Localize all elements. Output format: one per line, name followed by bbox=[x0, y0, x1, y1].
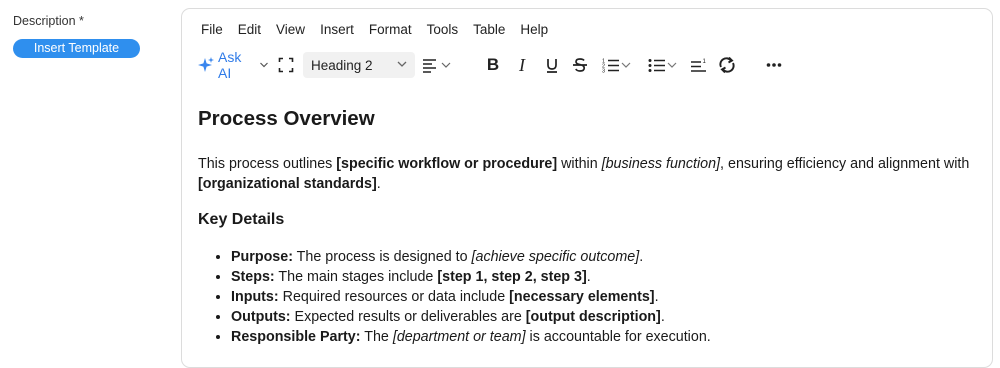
svg-text:3: 3 bbox=[602, 69, 605, 74]
underline-button[interactable] bbox=[542, 52, 562, 78]
fullscreen-button[interactable] bbox=[275, 52, 297, 78]
editor-menubar: File Edit View Insert Format Tools Table… bbox=[201, 22, 563, 37]
ask-ai-label: Ask AI bbox=[218, 49, 242, 81]
text-run: Expected results or deliverables are bbox=[290, 309, 526, 325]
bold-icon: B bbox=[486, 55, 500, 74]
italic-button[interactable]: I bbox=[512, 52, 532, 78]
menu-edit[interactable]: Edit bbox=[238, 22, 261, 37]
section-heading: Key Details bbox=[198, 211, 285, 228]
svg-text:1: 1 bbox=[703, 59, 707, 65]
text-run: is accountable for execution. bbox=[525, 329, 711, 345]
description-label: Description * bbox=[13, 14, 84, 28]
sparkle-icon bbox=[197, 56, 215, 74]
numbered-list-icon: 123 bbox=[602, 57, 620, 73]
text-run: This process outlines bbox=[198, 156, 337, 172]
fullscreen-icon bbox=[278, 57, 294, 73]
bold-text: [specific workflow or procedure] bbox=[336, 156, 558, 172]
chevron-down-icon bbox=[440, 59, 452, 71]
bold-text: [step 1, step 2, step 3] bbox=[437, 269, 587, 285]
strikethrough-icon bbox=[572, 57, 588, 73]
text-run: The process is designed to bbox=[292, 249, 472, 265]
chevron-down-icon bbox=[620, 59, 632, 71]
document-body[interactable]: Process Overview This process outlines [… bbox=[198, 107, 988, 347]
text-run: within bbox=[557, 156, 602, 172]
bold-button[interactable]: B bbox=[483, 52, 503, 78]
bold-text: Steps: bbox=[231, 269, 275, 285]
intro-paragraph: This process outlines [specific workflow… bbox=[198, 154, 988, 194]
text-run: The bbox=[360, 329, 393, 345]
chevron-down-icon bbox=[395, 57, 409, 71]
menu-help[interactable]: Help bbox=[520, 22, 548, 37]
menu-file[interactable]: File bbox=[201, 22, 223, 37]
text-run: Required resources or data include bbox=[278, 289, 510, 305]
insert-template-button[interactable]: Insert Template bbox=[13, 39, 140, 58]
bullet-list-button[interactable] bbox=[643, 52, 683, 78]
bold-text: Purpose: bbox=[231, 249, 293, 265]
italic-icon: I bbox=[519, 54, 525, 75]
line-height-button[interactable]: 1 bbox=[688, 52, 710, 78]
line-height-icon: 1 bbox=[690, 57, 708, 73]
text-run: . bbox=[586, 269, 591, 285]
ask-ai-button[interactable]: Ask AI bbox=[197, 49, 269, 81]
numbered-list-button[interactable]: 123 bbox=[597, 52, 637, 78]
text-run: . bbox=[639, 249, 644, 265]
more-button[interactable] bbox=[763, 52, 785, 78]
list-item: Outputs: Expected results or deliverable… bbox=[231, 307, 988, 327]
italic-text: [business function] bbox=[601, 156, 721, 172]
chevron-down-icon bbox=[666, 59, 678, 71]
bold-text: [necessary elements] bbox=[509, 289, 655, 305]
list-item: Responsible Party: The [department or te… bbox=[231, 327, 988, 347]
redo-button[interactable] bbox=[716, 52, 738, 78]
text-run: . bbox=[660, 309, 665, 325]
list-item: Steps: The main stages include [step 1, … bbox=[231, 267, 988, 287]
bold-text: [output description] bbox=[525, 309, 661, 325]
redo-icon bbox=[717, 55, 737, 75]
bold-text: Responsible Party: bbox=[231, 329, 361, 345]
bullet-list-icon bbox=[648, 57, 666, 73]
block-format-value: Heading 2 bbox=[311, 57, 373, 73]
bold-text: Outputs: bbox=[231, 309, 291, 325]
text-run: . bbox=[654, 289, 659, 305]
menu-table[interactable]: Table bbox=[473, 22, 505, 37]
menu-insert[interactable]: Insert bbox=[320, 22, 354, 37]
underline-icon bbox=[545, 57, 559, 73]
text-run: , ensuring efficiency and alignment with bbox=[720, 156, 970, 172]
list-item: Inputs: Required resources or data inclu… bbox=[231, 287, 988, 307]
text-run: The main stages include bbox=[274, 269, 438, 285]
italic-text: [achieve specific outcome] bbox=[471, 249, 640, 265]
menu-tools[interactable]: Tools bbox=[427, 22, 459, 37]
text-run: . bbox=[376, 176, 381, 192]
more-icon bbox=[766, 62, 782, 68]
italic-text: [department or team] bbox=[392, 329, 526, 345]
rich-text-editor[interactable]: File Edit View Insert Format Tools Table… bbox=[181, 8, 993, 368]
document-title: Process Overview bbox=[198, 107, 375, 130]
bold-text: Inputs: bbox=[231, 289, 279, 305]
strikethrough-button[interactable] bbox=[570, 52, 590, 78]
bold-text: [organizational standards] bbox=[198, 176, 377, 192]
block-format-select[interactable]: Heading 2 bbox=[303, 52, 415, 78]
list-item: Purpose: The process is designed to [ach… bbox=[231, 247, 988, 267]
editor-toolbar: Ask AI Heading 2 B I 1 2 3 1 bbox=[195, 49, 985, 81]
menu-view[interactable]: View bbox=[276, 22, 305, 37]
align-icon bbox=[422, 57, 440, 73]
chevron-down-icon bbox=[259, 60, 269, 70]
align-button[interactable] bbox=[420, 52, 454, 78]
key-details-list: Purpose: The process is designed to [ach… bbox=[198, 247, 988, 347]
menu-format[interactable]: Format bbox=[369, 22, 412, 37]
